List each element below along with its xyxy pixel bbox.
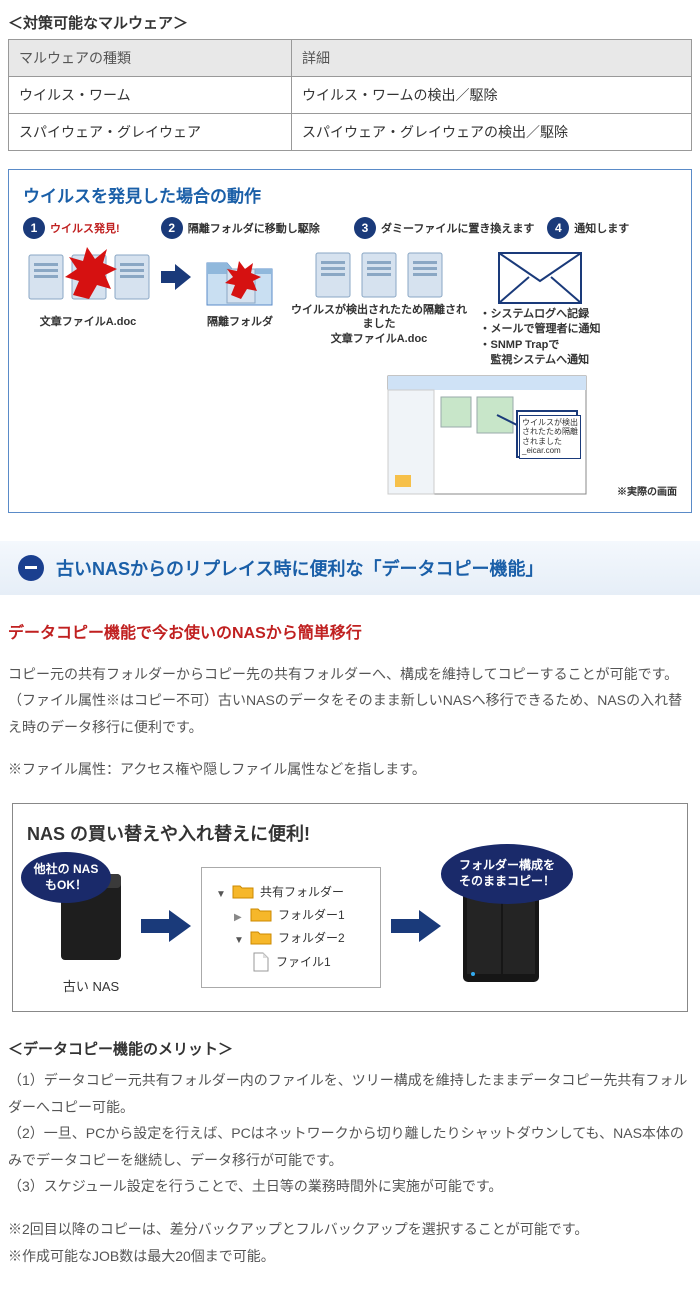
folder-1: フォルダー1 bbox=[216, 903, 366, 926]
envelope-icon bbox=[495, 247, 585, 307]
folder-icon bbox=[250, 929, 272, 945]
step-label: 隔離フォルダに移動し駆除 bbox=[188, 220, 320, 236]
body-p1: コピー元の共有フォルダーからコピー先の共有フォルダーへ、構成を維持してコピーする… bbox=[8, 661, 692, 741]
malware-table-title: ＜対策可能なマルウェア＞ bbox=[8, 12, 692, 33]
malware-table: マルウェアの種類 詳細 ウイルス・ワーム ウイルス・ワームの検出／駆除 スパイウ… bbox=[8, 39, 692, 151]
step-number-icon: 1 bbox=[23, 217, 45, 239]
new-nas-illustration: フォルダー構成をそのままコピー！ bbox=[451, 862, 551, 992]
folder-label: フォルダー1 bbox=[278, 906, 345, 923]
diagram-title: NAS の買い替えや入れ替えに便利! bbox=[27, 820, 673, 846]
dummy-caption-2: 文章ファイルA.doc bbox=[289, 332, 469, 346]
td-detail: スパイウェア・グレイウェアの検出／駆除 bbox=[291, 114, 691, 151]
actual-screen-preview: ウイルスが検出されたため隔離されました _eicar.com bbox=[387, 375, 587, 498]
chevron-right-icon bbox=[234, 909, 244, 919]
folder-icon bbox=[250, 906, 272, 922]
merits-body: （1）データコピー元共有フォルダー内のファイルを、ツリー構成を維持したままデータ… bbox=[0, 1067, 700, 1200]
notify-item: 監視システムへ通知 bbox=[480, 353, 601, 368]
folder-icon bbox=[232, 883, 254, 899]
file-icon bbox=[252, 952, 270, 972]
footnote: ※2回目以降のコピーは、差分バックアップとフルバックアップを選択することが可能で… bbox=[8, 1216, 692, 1243]
body-text: コピー元の共有フォルダーからコピー先の共有フォルダーへ、構成を維持してコピーする… bbox=[0, 661, 700, 783]
th-type: マルウェアの種類 bbox=[9, 40, 292, 77]
td-detail: ウイルス・ワームの検出／駆除 bbox=[291, 77, 691, 114]
notify-illustration: ・システムログへ記録 ・メールで管理者に通知 ・SNMP Trapで 監視システ… bbox=[475, 247, 605, 369]
nas-diagram-box: NAS の買い替えや入れ替えに便利! 他社の NASもOK！ 古い NAS 共有… bbox=[12, 803, 688, 1012]
minus-icon bbox=[18, 555, 44, 581]
folder-2: フォルダー2 bbox=[216, 926, 366, 949]
folder-caption: 隔離フォルダ bbox=[207, 313, 273, 329]
step-4: 4 通知します bbox=[547, 217, 677, 239]
step-1: 1 ウイルス発見! bbox=[23, 217, 153, 239]
dummy-replacement-illustration: ウイルスが検出されたため隔離されました 文章ファイルA.doc bbox=[289, 247, 469, 346]
old-nas-label: 古い NAS bbox=[63, 976, 119, 995]
step-3: 3 ダミーファイルに置き換えます bbox=[354, 217, 539, 239]
screenshot-caption: ※実際の画面 bbox=[597, 483, 677, 498]
notify-item: ・メールで管理者に通知 bbox=[480, 322, 601, 337]
table-row: スパイウェア・グレイウェア スパイウェア・グレイウェアの検出／駆除 bbox=[9, 114, 692, 151]
table-row: ウイルス・ワーム ウイルス・ワームの検出／駆除 bbox=[9, 77, 692, 114]
merits-title: ＜データコピー機能のメリット＞ bbox=[8, 1038, 692, 1059]
collapse-title: 古いNASからのリプレイス時に便利な「データコピー機能」 bbox=[56, 555, 543, 581]
infected-file-illustration: 文章ファイルA.doc bbox=[23, 247, 153, 329]
collapse-header[interactable]: 古いNASからのリプレイス時に便利な「データコピー機能」 bbox=[0, 541, 700, 595]
chevron-down-icon bbox=[234, 932, 244, 942]
body-p2: ※ファイル属性：アクセス権や隠しファイル属性などを指します。 bbox=[8, 756, 692, 783]
file-label: ファイル1 bbox=[276, 953, 331, 970]
popup-text: ウイルスが検出されたため隔離されました _eicar.com bbox=[519, 415, 581, 459]
badge-copy-structure: フォルダー構成をそのままコピー！ bbox=[441, 844, 573, 903]
virus-action-box: ウイルスを発見した場合の動作 1 ウイルス発見! 2 隔離フォルダに移動し駆除 … bbox=[8, 169, 692, 513]
folder-root: 共有フォルダー bbox=[216, 880, 366, 903]
chevron-down-icon bbox=[216, 886, 226, 896]
notify-list: ・システムログへ記録 ・メールで管理者に通知 ・SNMP Trapで 監視システ… bbox=[480, 307, 601, 369]
file-icons bbox=[312, 247, 446, 303]
file-1: ファイル1 bbox=[216, 949, 366, 975]
virus-box-title: ウイルスを発見した場合の動作 bbox=[23, 182, 677, 207]
td-type: ウイルス・ワーム bbox=[9, 77, 292, 114]
step-number-icon: 3 bbox=[354, 217, 376, 239]
merit-item: （3）スケジュール設定を行うことで、土日等の業務時間外に実施が可能です。 bbox=[8, 1173, 692, 1200]
merit-item: （2）一旦、PCから設定を行えば、PCはネットワークから切り離したりシャットダウ… bbox=[8, 1120, 692, 1173]
badge-other-vendor: 他社の NASもOK！ bbox=[21, 852, 111, 903]
old-nas-illustration: 他社の NASもOK！ 古い NAS bbox=[51, 860, 131, 995]
arrow-icon bbox=[389, 909, 443, 946]
td-type: スパイウェア・グレイウェア bbox=[9, 114, 292, 151]
step-number-icon: 4 bbox=[547, 217, 569, 239]
file-caption: 文章ファイルA.doc bbox=[40, 313, 137, 329]
arrow-icon bbox=[159, 247, 191, 307]
step-label: ダミーファイルに置き換えます bbox=[381, 220, 534, 236]
step-label: ウイルス発見! bbox=[50, 220, 120, 236]
arrow-icon bbox=[139, 909, 193, 946]
step-2: 2 隔離フォルダに移動し駆除 bbox=[161, 217, 346, 239]
quarantine-folder-illustration: 隔離フォルダ bbox=[197, 247, 283, 329]
file-icons bbox=[23, 247, 153, 313]
notify-item: ・システムログへ記録 bbox=[480, 307, 601, 322]
notify-item: ・SNMP Trapで bbox=[480, 338, 601, 353]
step-number-icon: 2 bbox=[161, 217, 183, 239]
dummy-caption-1: ウイルスが検出されたため隔離されました bbox=[289, 303, 469, 332]
section-subheading: データコピー機能で今お使いのNASから簡単移行 bbox=[0, 619, 700, 643]
th-detail: 詳細 bbox=[291, 40, 691, 77]
footnotes: ※2回目以降のコピーは、差分バックアップとフルバックアップを選択することが可能で… bbox=[0, 1200, 700, 1289]
folder-structure-panel: 共有フォルダー フォルダー1 フォルダー2 ファイル1 bbox=[201, 867, 381, 988]
step-label: 通知します bbox=[574, 220, 629, 236]
merit-item: （1）データコピー元共有フォルダー内のファイルを、ツリー構成を維持したままデータ… bbox=[8, 1067, 692, 1120]
folder-icon bbox=[201, 247, 279, 313]
folder-label: フォルダー2 bbox=[278, 929, 345, 946]
folder-label: 共有フォルダー bbox=[260, 883, 344, 900]
footnote: ※作成可能なJOB数は最大20個まで可能。 bbox=[8, 1243, 692, 1270]
